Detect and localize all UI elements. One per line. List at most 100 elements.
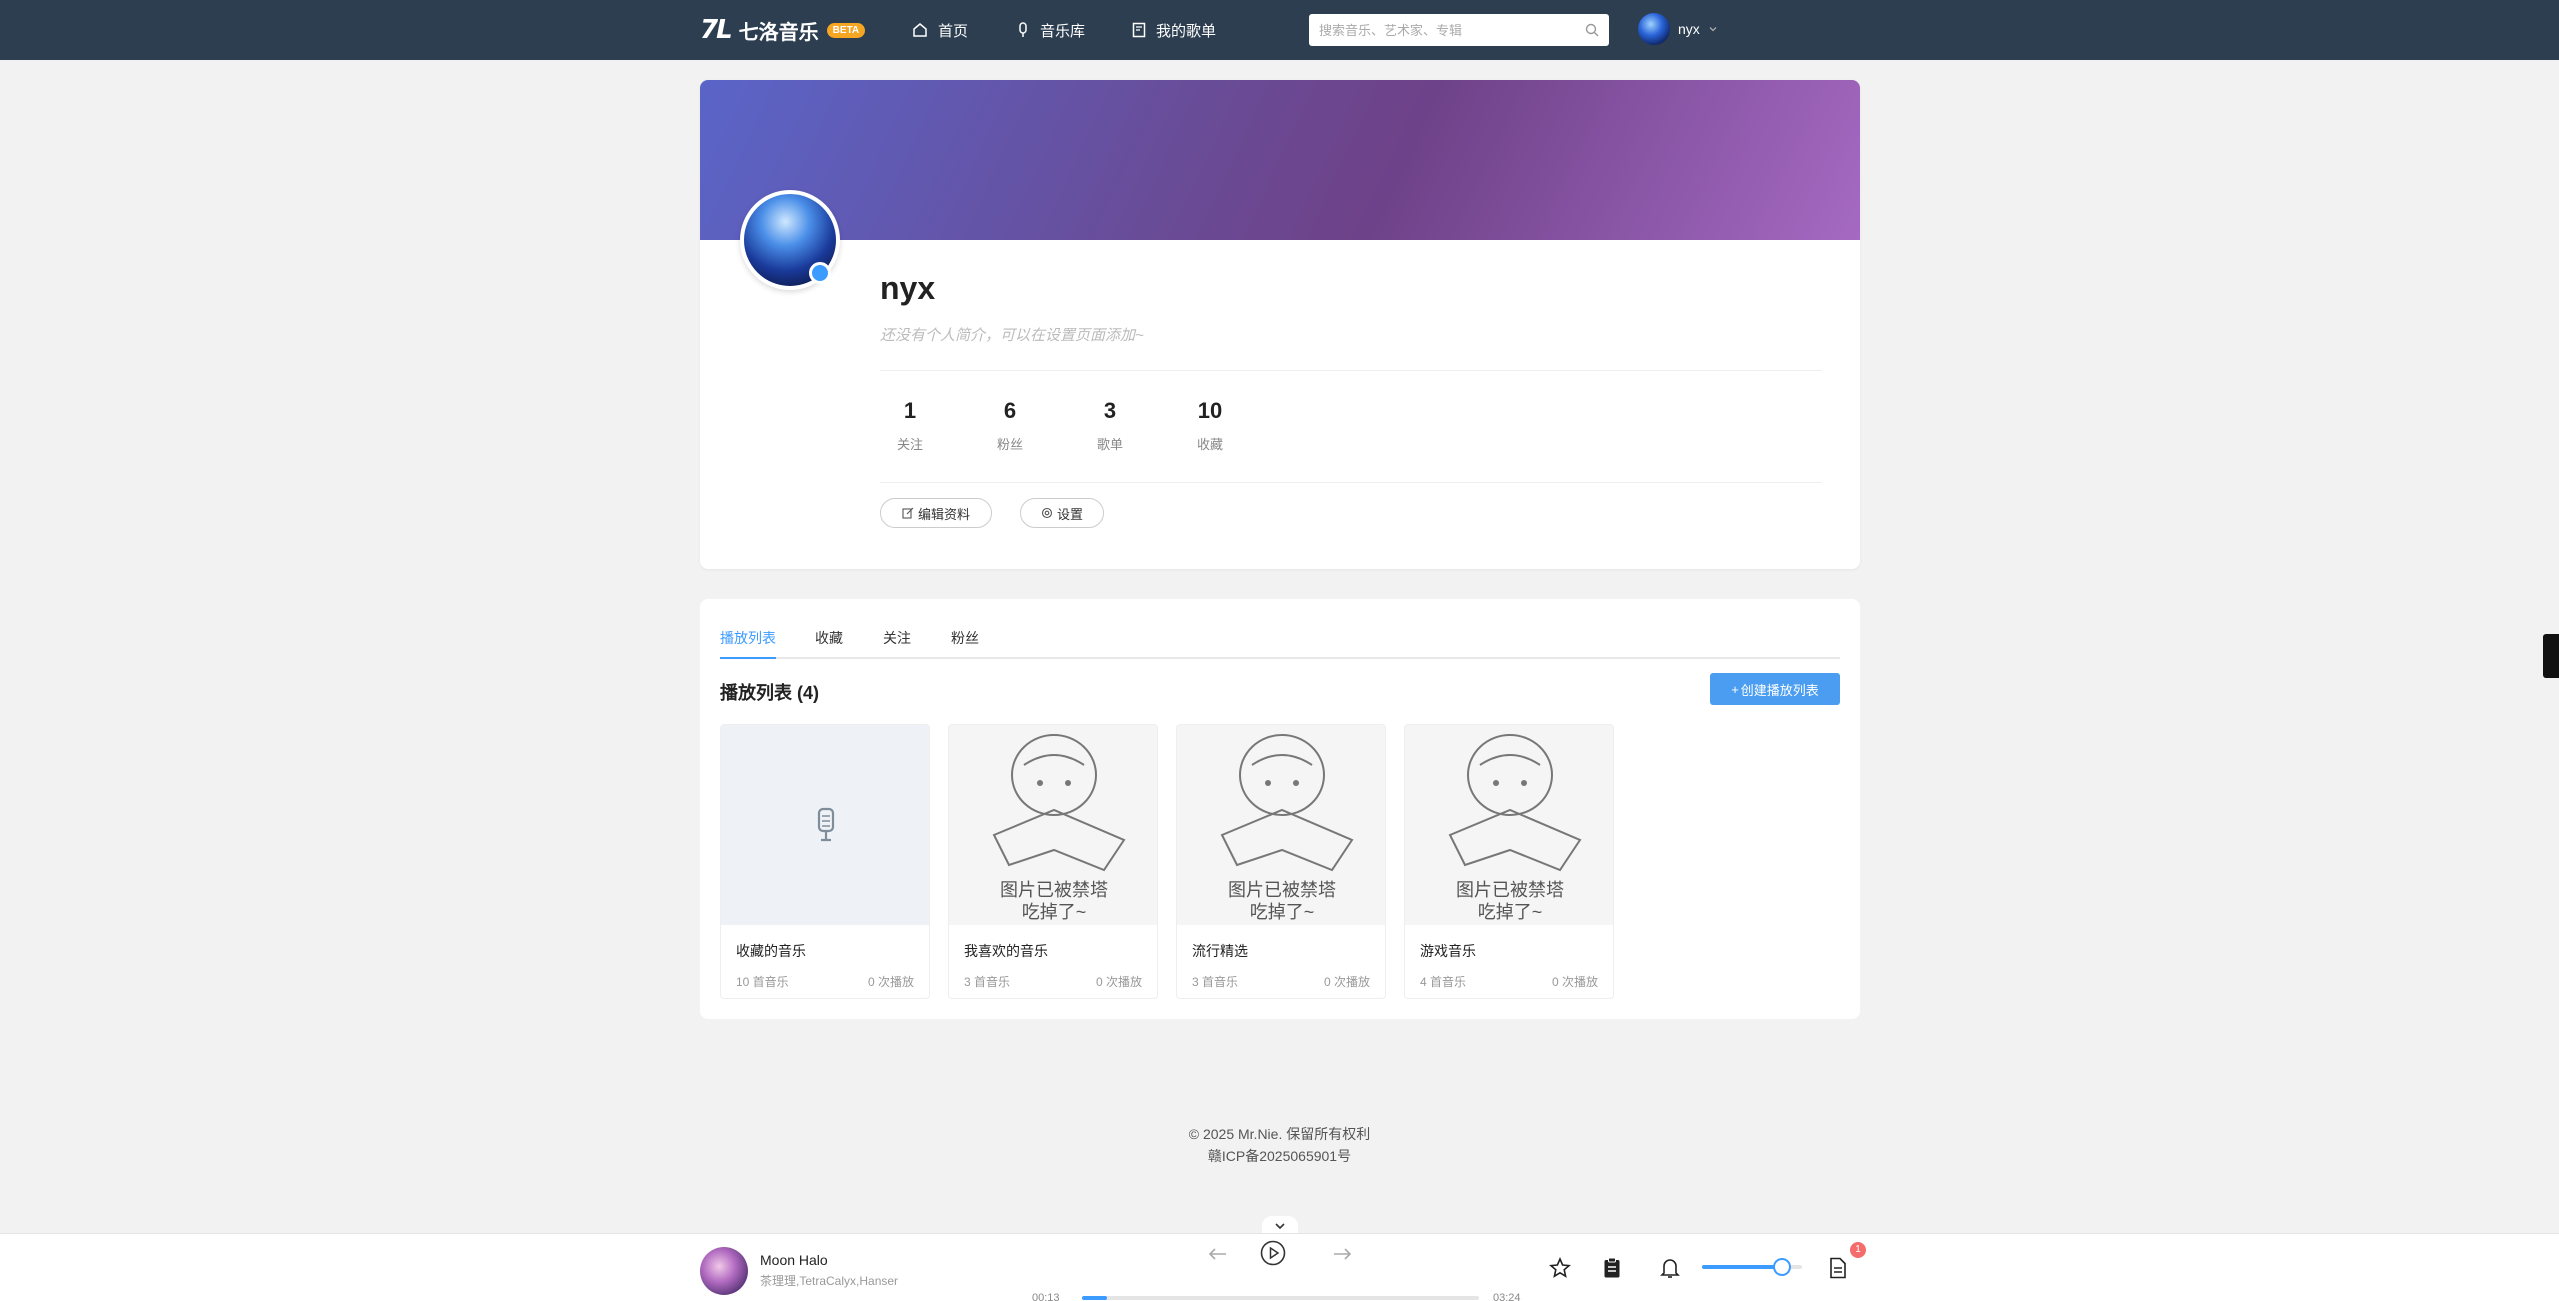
create-playlist-label: 创建播放列表 bbox=[1740, 682, 1819, 698]
tab-playlists[interactable]: 播放列表 bbox=[720, 627, 776, 659]
playlist-name: 流行精选 bbox=[1192, 943, 1248, 959]
profile-tabs: 播放列表 收藏 关注 粉丝 bbox=[720, 627, 1840, 659]
tab-followers[interactable]: 粉丝 bbox=[951, 627, 979, 659]
edit-profile-button[interactable]: 编辑资料 bbox=[880, 498, 992, 528]
total-time: 03:24 bbox=[1493, 1292, 1521, 1301]
stat-followers[interactable]: 6 粉丝 bbox=[980, 398, 1040, 453]
nav-item-library[interactable]: 音乐库 bbox=[1016, 18, 1085, 42]
broken-image-text: 图片已被禁塔 bbox=[1000, 880, 1108, 900]
divider bbox=[880, 482, 1822, 483]
search-box bbox=[1309, 14, 1609, 46]
edit-icon bbox=[902, 507, 914, 519]
user-menu-name: nyx bbox=[1678, 21, 1700, 37]
nav-item-label: 首页 bbox=[938, 22, 969, 40]
notification-button[interactable] bbox=[1658, 1256, 1682, 1280]
stat-number: 3 bbox=[1103, 398, 1117, 423]
beta-badge: BETA bbox=[826, 22, 866, 38]
previous-button[interactable] bbox=[1206, 1242, 1230, 1266]
section-title: 播放列表 (4) bbox=[720, 683, 819, 703]
stat-playlists[interactable]: 3 歌单 bbox=[1080, 398, 1140, 453]
nav-item-my-playlists[interactable]: 我的歌单 bbox=[1132, 18, 1216, 42]
bell-icon bbox=[1660, 1259, 1680, 1278]
tab-following[interactable]: 关注 bbox=[883, 627, 911, 659]
broken-image-text: 图片已被禁塔 bbox=[1456, 880, 1564, 900]
nav-item-label: 音乐库 bbox=[1040, 22, 1086, 40]
playlist-section: 播放列表 收藏 关注 粉丝 播放列表 (4) + 创建播放列表 收藏的音乐 10… bbox=[700, 599, 1860, 1019]
volume-slider[interactable] bbox=[1702, 1258, 1802, 1276]
chevron-down-icon bbox=[1709, 27, 1717, 32]
track-artist: 茶理理,TetraCalyx,Hanser bbox=[760, 1274, 899, 1288]
playlist-cover: 图片已被禁塔 吃掉了~ bbox=[1177, 725, 1385, 925]
favorite-button[interactable] bbox=[1548, 1256, 1572, 1280]
playlist-cover: 图片已被禁塔 吃掉了~ bbox=[949, 725, 1157, 925]
broken-image-illustration bbox=[992, 734, 1126, 872]
footer-icp[interactable]: 赣ICP备2025065901号 bbox=[0, 1146, 2559, 1166]
settings-button[interactable]: 设置 bbox=[1020, 498, 1104, 528]
top-navbar: 7L 七洛音乐 BETA 首页 音乐库 我的歌单 nyx bbox=[0, 0, 2559, 60]
nav-item-label: 我的歌单 bbox=[1156, 22, 1217, 40]
settings-label: 设置 bbox=[1056, 506, 1083, 522]
playlist-card[interactable]: 图片已被禁塔 吃掉了~ 游戏音乐 4 首音乐 0 次播放 bbox=[1404, 724, 1614, 999]
volume-knob[interactable] bbox=[1773, 1258, 1791, 1276]
profile-bio: 还没有个人简介，可以在设置页面添加~ bbox=[880, 327, 1144, 344]
playlist-track-count: 3 首音乐 bbox=[1192, 975, 1239, 989]
broken-image-illustration bbox=[1448, 734, 1582, 872]
stat-label: 歌单 bbox=[1096, 437, 1123, 452]
stat-number: 6 bbox=[1003, 398, 1017, 423]
play-button[interactable] bbox=[1258, 1238, 1288, 1268]
side-drawer-tab[interactable] bbox=[2543, 634, 2559, 678]
stat-label: 粉丝 bbox=[996, 437, 1023, 452]
progress-fill bbox=[1082, 1296, 1108, 1300]
playlist-card[interactable]: 图片已被禁塔 吃掉了~ 我喜欢的音乐 3 首音乐 0 次播放 bbox=[948, 724, 1158, 999]
queue-button[interactable] bbox=[1600, 1256, 1624, 1280]
playlist-card[interactable]: 收藏的音乐 10 首音乐 0 次播放 bbox=[720, 724, 930, 999]
progress-bar[interactable] bbox=[1082, 1296, 1479, 1300]
profile-card: nyx 还没有个人简介，可以在设置页面添加~ 1 关注 6 粉丝 3 歌单 10… bbox=[700, 80, 1860, 569]
current-time: 00:13 bbox=[1032, 1292, 1060, 1301]
volume-fill bbox=[1702, 1265, 1782, 1269]
user-menu[interactable]: nyx bbox=[1638, 13, 1718, 45]
star-icon bbox=[1549, 1257, 1571, 1278]
verified-badge-icon bbox=[809, 262, 831, 284]
divider bbox=[880, 370, 1822, 371]
playlist-book-icon bbox=[1132, 22, 1146, 38]
stat-favorites[interactable]: 10 收藏 bbox=[1180, 398, 1240, 453]
arrow-right-icon bbox=[1334, 1248, 1352, 1260]
lyrics-button[interactable] bbox=[1826, 1256, 1850, 1280]
playlist-track-count: 10 首音乐 bbox=[736, 975, 789, 989]
document-icon bbox=[1830, 1257, 1846, 1279]
microphone-icon bbox=[817, 807, 835, 842]
playlist-card[interactable]: 图片已被禁塔 吃掉了~ 流行精选 3 首音乐 0 次播放 bbox=[1176, 724, 1386, 999]
next-button[interactable] bbox=[1330, 1242, 1354, 1266]
arrow-left-icon bbox=[1208, 1248, 1226, 1260]
music-player-bar: Moon Halo 茶理理,TetraCalyx,Hanser 00:13 03… bbox=[0, 1233, 2559, 1301]
playlist-name: 游戏音乐 bbox=[1420, 943, 1476, 959]
track-cover[interactable] bbox=[700, 1247, 748, 1295]
notification-count-badge: 1 bbox=[1850, 1242, 1866, 1258]
clipboard-list-icon bbox=[1604, 1257, 1620, 1278]
playlist-play-count: 0 次播放 bbox=[867, 975, 914, 989]
playlist-name: 收藏的音乐 bbox=[736, 943, 806, 959]
home-icon bbox=[913, 23, 927, 37]
broken-image-illustration bbox=[1220, 734, 1354, 872]
nav-item-home[interactable]: 首页 bbox=[912, 18, 968, 42]
create-playlist-button[interactable]: + 创建播放列表 bbox=[1710, 673, 1840, 705]
app-logo[interactable]: 7L 七洛音乐 BETA bbox=[700, 14, 866, 46]
search-icon[interactable] bbox=[1585, 23, 1599, 37]
broken-image-text: 吃掉了~ bbox=[1249, 902, 1315, 922]
gear-icon bbox=[1041, 507, 1053, 519]
microphone-icon bbox=[1019, 22, 1027, 37]
playlist-cover: 图片已被禁塔 吃掉了~ bbox=[1405, 725, 1613, 925]
playlist-play-count: 0 次播放 bbox=[1323, 975, 1370, 989]
profile-username: nyx bbox=[880, 270, 936, 306]
tab-favorites[interactable]: 收藏 bbox=[815, 627, 843, 659]
playlist-track-count: 4 首音乐 bbox=[1420, 975, 1467, 989]
playlist-track-count: 3 首音乐 bbox=[964, 975, 1011, 989]
footer-copyright: © 2025 Mr.Nie. 保留所有权利 bbox=[1188, 1126, 1371, 1142]
stat-label: 关注 bbox=[896, 437, 923, 452]
playlist-play-count: 0 次播放 bbox=[1551, 975, 1598, 989]
search-input[interactable] bbox=[1309, 14, 1569, 46]
stat-following[interactable]: 1 关注 bbox=[880, 398, 940, 453]
playlist-name: 我喜欢的音乐 bbox=[964, 943, 1048, 959]
stat-number: 1 bbox=[903, 398, 917, 423]
